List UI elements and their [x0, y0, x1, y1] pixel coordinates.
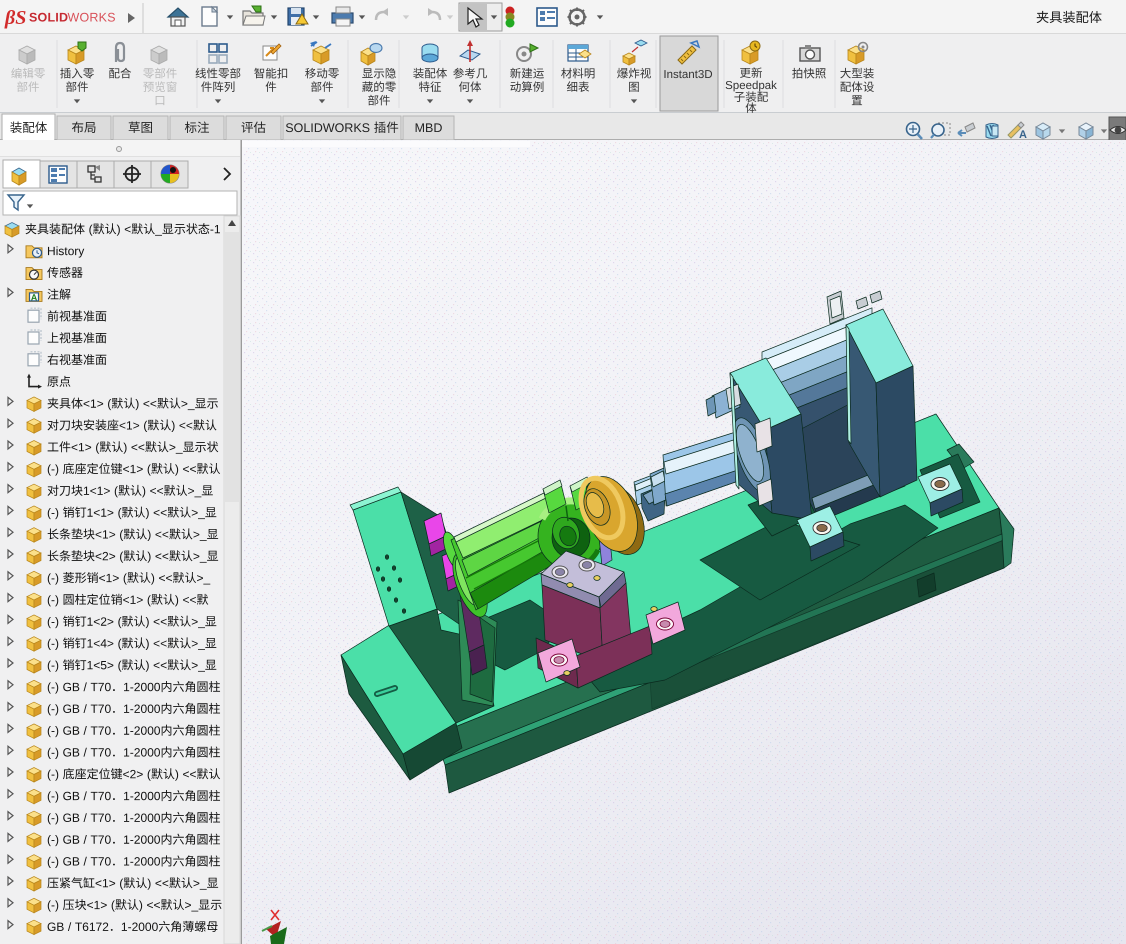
svg-text:βS: βS	[4, 7, 26, 29]
